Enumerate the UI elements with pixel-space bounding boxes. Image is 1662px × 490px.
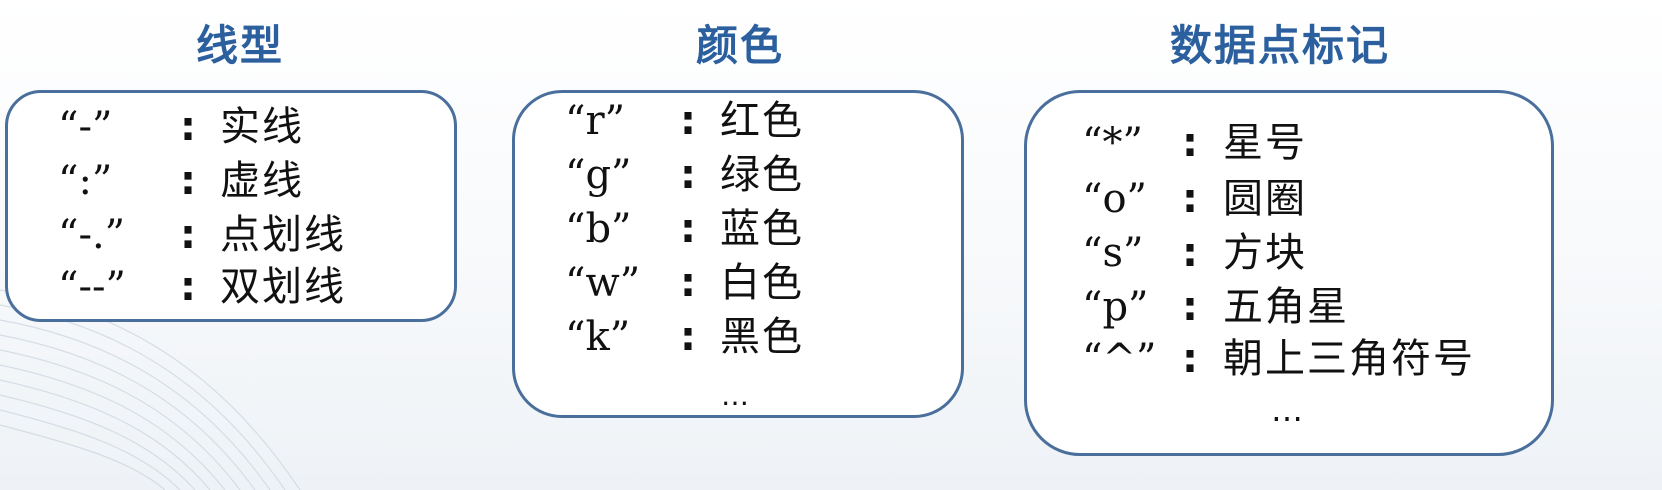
color-code: “g” <box>565 152 632 198</box>
marker-box: “*” : 星号 “o” : 圆圈 “s” : 方块 “p” : 五角星 “^”… <box>1024 90 1554 456</box>
list-item: “-.” : 点划线 <box>8 209 454 261</box>
list-item: “p” : 五角星 <box>1027 281 1551 333</box>
separator-colon: : <box>680 206 696 252</box>
marker-desc: 朝上三角符号 <box>1223 336 1475 382</box>
separator-colon: : <box>680 260 696 306</box>
list-item: “s” : 方块 <box>1027 227 1551 279</box>
marker-desc: 星号 <box>1223 120 1307 166</box>
color-desc: 白色 <box>720 260 804 306</box>
line-style-title: 线型 <box>195 21 284 70</box>
list-item: “w” : 白色 <box>515 257 961 309</box>
line-style-code: “:” <box>58 158 113 204</box>
color-code: “b” <box>565 206 632 252</box>
marker-desc: 方块 <box>1223 230 1307 276</box>
line-style-desc: 点划线 <box>220 212 346 258</box>
list-item: “g” : 绿色 <box>515 149 961 201</box>
separator-colon: : <box>1182 176 1198 222</box>
ellipsis-text: … <box>1271 391 1303 429</box>
separator-colon: : <box>680 314 696 360</box>
color-title: 颜色 <box>695 21 784 70</box>
marker-desc: 五角星 <box>1223 284 1349 330</box>
marker-code: “*” <box>1082 120 1143 166</box>
list-item: “r” : 红色 <box>515 95 961 147</box>
color-desc: 红色 <box>720 98 804 144</box>
list-item: “o” : 圆圈 <box>1027 173 1551 225</box>
separator-colon: : <box>180 212 196 258</box>
line-style-desc: 虚线 <box>220 158 304 204</box>
list-item: “^” : 朝上三角符号 <box>1027 333 1551 385</box>
separator-colon: : <box>680 98 696 144</box>
line-style-box: “-” : 实线 “:” : 虚线 “-.” : 点划线 “--” : 双划线 <box>5 90 457 322</box>
separator-colon: : <box>1182 120 1198 166</box>
marker-code: “^” <box>1082 336 1157 382</box>
list-item: “:” : 虚线 <box>8 155 454 207</box>
marker-code: “p” <box>1082 284 1149 330</box>
color-desc: 黑色 <box>720 314 804 360</box>
separator-colon: : <box>180 264 196 310</box>
color-desc: 蓝色 <box>720 206 804 252</box>
separator-colon: : <box>1182 284 1198 330</box>
line-style-desc: 双划线 <box>220 264 346 310</box>
marker-code: “o” <box>1082 176 1147 222</box>
separator-colon: : <box>180 158 196 204</box>
line-style-code: “--” <box>58 264 126 310</box>
color-code: “k” <box>565 314 631 360</box>
separator-colon: : <box>1182 336 1198 382</box>
line-style-code: “-.” <box>58 212 126 258</box>
ellipsis-text: … <box>721 379 749 412</box>
line-style-code: “-” <box>58 104 113 150</box>
list-item: “*” : 星号 <box>1027 117 1551 169</box>
color-code: “r” <box>565 98 626 144</box>
marker-desc: 圆圈 <box>1223 176 1307 222</box>
list-item: “-” : 实线 <box>8 101 454 153</box>
separator-colon: : <box>180 104 196 150</box>
marker-code: “s” <box>1082 230 1144 276</box>
separator-colon: : <box>680 152 696 198</box>
separator-colon: : <box>1182 230 1198 276</box>
list-item: “--” : 双划线 <box>8 261 454 313</box>
color-desc: 绿色 <box>720 152 804 198</box>
color-code: “w” <box>565 260 641 306</box>
list-item: “k” : 黑色 <box>515 311 961 363</box>
marker-title: 数据点标记 <box>1169 21 1390 70</box>
line-style-desc: 实线 <box>220 104 304 150</box>
color-box: “r” : 红色 “g” : 绿色 “b” : 蓝色 “w” : 白色 “k” … <box>512 90 964 418</box>
list-item: “b” : 蓝色 <box>515 203 961 255</box>
